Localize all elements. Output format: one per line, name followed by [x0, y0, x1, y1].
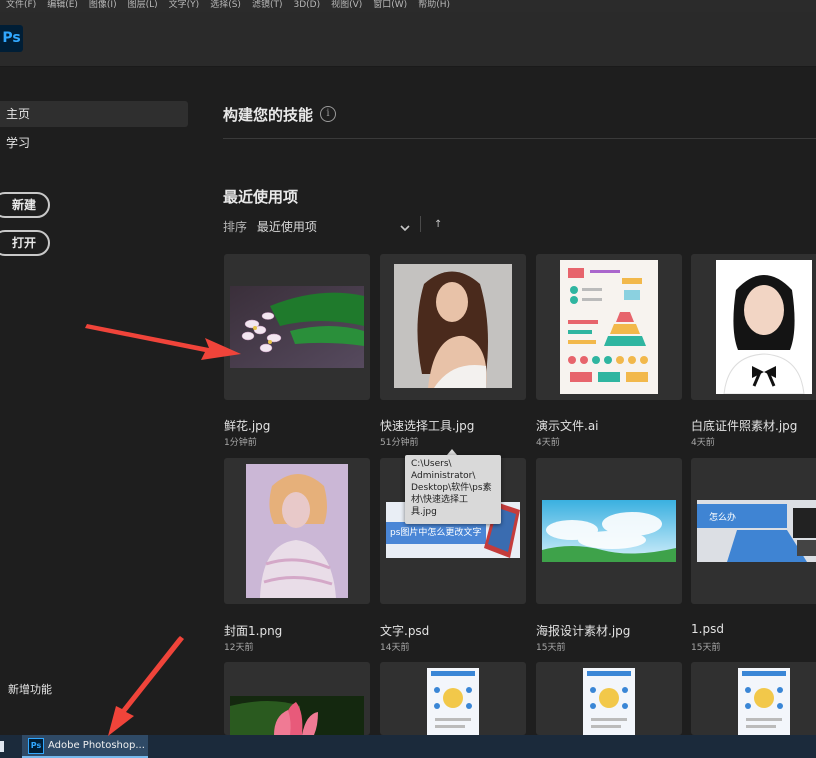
taskbar-app-label: Adobe Photoshop...: [48, 740, 145, 751]
file-card-portrait[interactable]: [380, 254, 526, 400]
file-name-5[interactable]: 封面1.png: [224, 622, 282, 639]
file-time-7: 15天前: [536, 643, 566, 653]
file-name-1[interactable]: 鲜花.jpg: [224, 417, 270, 434]
laptop-thumbnail-icon: 怎么办: [697, 500, 816, 562]
file-card-flower[interactable]: [224, 254, 370, 400]
file-name-7[interactable]: 海报设计素材.jpg: [536, 622, 630, 639]
photoshop-taskbar-icon: Ps: [28, 737, 44, 754]
menu-file[interactable]: 文件(F): [6, 0, 36, 12]
portrait-thumbnail-icon: [246, 464, 348, 598]
portrait-thumbnail-icon: [394, 264, 512, 388]
sky-thumbnail-icon: [542, 500, 676, 562]
sidebar-item-home[interactable]: 主页: [0, 101, 188, 127]
menu-window[interactable]: 窗口(W): [373, 0, 407, 12]
laptop-overlay-text: 怎么办: [709, 513, 737, 523]
lotus-thumbnail-icon: [230, 696, 364, 735]
file-time-1: 1分钟前: [224, 438, 257, 448]
taskbar-photoshop-button[interactable]: Ps Adobe Photoshop...: [22, 735, 148, 758]
id-photo-thumbnail-icon: [716, 260, 812, 394]
file-time-8: 15天前: [691, 643, 721, 653]
file-card-lotus[interactable]: [224, 662, 370, 735]
menu-type[interactable]: 文字(Y): [169, 0, 200, 12]
tooltip-line: 材\快速选择工: [411, 495, 469, 505]
flower-thumbnail-icon: [230, 286, 364, 368]
chevron-down-icon[interactable]: [399, 219, 411, 232]
sort-label: 排序: [223, 220, 248, 234]
infographic-thumbnail-icon: [738, 668, 790, 735]
file-card-poster[interactable]: [536, 458, 682, 604]
infographic-thumbnail-icon: [427, 668, 479, 735]
skills-title: 构建您的技能: [223, 106, 314, 124]
divider: [223, 138, 816, 139]
sidebar-item-learn[interactable]: 学习: [0, 130, 30, 156]
tooltip-line: C:\Users\: [411, 459, 452, 469]
file-card-1psd[interactable]: 怎么办: [691, 458, 816, 604]
menu-bar: 文件(F) 编辑(E) 图像(I) 图层(L) 文字(Y) 选择(S) 滤镜(T…: [0, 0, 816, 12]
file-name-2[interactable]: 快速选择工具.jpg: [380, 417, 474, 434]
file-name-8[interactable]: 1.psd: [691, 622, 724, 636]
new-button[interactable]: 新建: [0, 192, 51, 218]
app-bar: Ps: [0, 12, 816, 67]
file-card-poster-4[interactable]: [691, 662, 816, 735]
menu-image[interactable]: 图像(I): [89, 0, 117, 12]
sort-direction-icon[interactable]: ↑: [434, 219, 442, 230]
open-button[interactable]: 打开: [0, 230, 51, 256]
file-card-poster-3[interactable]: [536, 662, 682, 735]
menu-edit[interactable]: 编辑(E): [47, 0, 78, 12]
banner-overlay-text: ps图片中怎么更改文字: [390, 528, 482, 538]
tooltip-line: 具.jpg: [411, 507, 437, 517]
file-time-4: 4天前: [691, 438, 715, 448]
info-icon[interactable]: i: [320, 106, 336, 122]
file-path-tooltip: C:\Users\ Administrator\ Desktop\软件\ps素 …: [405, 455, 501, 524]
menu-layer[interactable]: 图层(L): [128, 0, 158, 12]
menu-help[interactable]: 帮助(H): [418, 0, 450, 12]
menu-view[interactable]: 视图(V): [331, 0, 362, 12]
photoshop-logo-icon: Ps: [0, 25, 23, 52]
file-name-3[interactable]: 演示文件.ai: [536, 417, 599, 434]
file-name-6[interactable]: 文字.psd: [380, 622, 429, 639]
start-icon[interactable]: [0, 741, 4, 752]
sort-row: 排序 最近使用项: [223, 218, 317, 235]
recent-title: 最近使用项: [223, 188, 299, 206]
infographic-thumbnail-icon: [560, 260, 658, 394]
menu-select[interactable]: 选择(S): [210, 0, 241, 12]
sort-dropdown[interactable]: 最近使用项: [257, 220, 317, 234]
tooltip-line: Desktop\软件\ps素: [411, 483, 492, 493]
file-time-2: 51分钟前: [380, 438, 419, 448]
menu-3d[interactable]: 3D(D): [293, 0, 320, 12]
sidebar: 主页 学习 新建 打开 新增功能: [0, 67, 200, 735]
file-card-id-photo[interactable]: [691, 254, 816, 400]
tooltip-line: Administrator\: [411, 471, 476, 481]
file-name-4[interactable]: 白底证件照素材.jpg: [691, 417, 797, 434]
file-card-infographic[interactable]: [536, 254, 682, 400]
sort-separator: [420, 216, 421, 232]
file-time-5: 12天前: [224, 643, 254, 653]
infographic-thumbnail-icon: [583, 668, 635, 735]
file-time-3: 4天前: [536, 438, 560, 448]
whats-new-link[interactable]: 新增功能: [2, 677, 52, 703]
menu-filter[interactable]: 滤镜(T): [252, 0, 283, 12]
taskbar: Ps Adobe Photoshop...: [0, 735, 816, 758]
file-card-poster-2[interactable]: [380, 662, 526, 735]
file-time-6: 14天前: [380, 643, 410, 653]
file-card-cover[interactable]: [224, 458, 370, 604]
